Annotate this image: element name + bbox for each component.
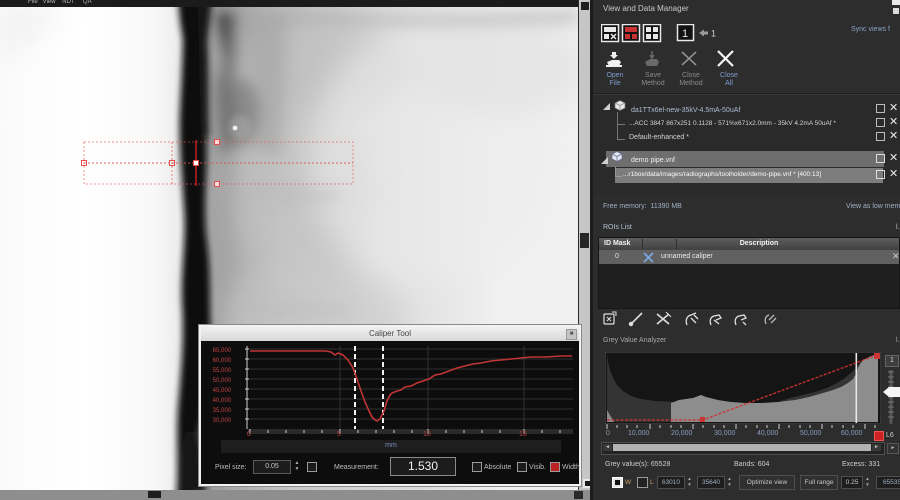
svg-text:1: 1 bbox=[682, 28, 688, 40]
svg-text:1: 1 bbox=[711, 29, 716, 39]
